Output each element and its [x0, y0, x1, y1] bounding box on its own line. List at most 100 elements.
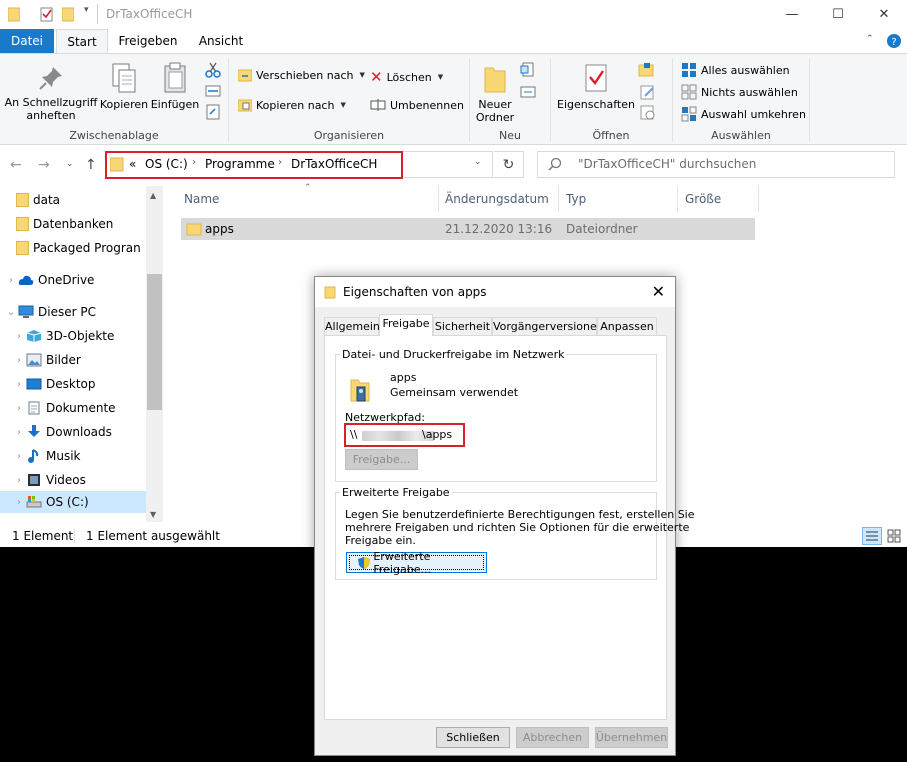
column-header-name[interactable]: Name [184, 192, 219, 206]
copy-button[interactable]: Kopieren [98, 62, 150, 111]
nav-item-3d-objekte[interactable]: › 3D-Objekte [12, 325, 114, 347]
back-arrow-icon[interactable]: ← [10, 157, 22, 173]
column-header-type[interactable]: Typ [566, 192, 586, 206]
chevron-down-icon[interactable]: ⌄ [4, 307, 18, 318]
nav-item-desktop[interactable]: › Desktop [12, 373, 96, 395]
delete-button[interactable]: ✕ Löschen ▼ [370, 68, 443, 86]
paste-shortcut-icon[interactable] [205, 104, 221, 120]
rename-button[interactable]: Umbenennen [370, 98, 464, 112]
folder-icon [16, 241, 29, 255]
close-button[interactable]: Schließen [436, 727, 510, 748]
tab-start[interactable]: Start [56, 29, 108, 54]
address-dropdown-icon[interactable]: ⌄ [474, 157, 482, 167]
copy-path-icon[interactable] [205, 84, 221, 98]
forward-arrow-icon[interactable]: → [38, 157, 50, 173]
nav-item-downloads[interactable]: › Downloads [12, 421, 112, 443]
pin-label: An Schnellzugriff anheften [4, 96, 98, 122]
documents-icon [28, 401, 40, 415]
nav-item-dokumente[interactable]: › Dokumente [12, 397, 116, 419]
chevron-right-icon[interactable]: › [12, 427, 26, 438]
properties-button[interactable]: Eigenschaften [556, 62, 636, 111]
advanced-share-button-label: Erweiterte Freigabe... [373, 549, 431, 576]
tab-sicherheit[interactable]: Sicherheit [433, 317, 492, 336]
folder-icon [16, 217, 29, 231]
chevron-right-icon[interactable]: › [12, 355, 26, 366]
nav-scrollbar-thumb[interactable] [147, 274, 162, 410]
new-item-icon[interactable] [520, 62, 536, 78]
chevron-right-icon[interactable]: › [12, 475, 26, 486]
history-icon[interactable] [640, 104, 656, 120]
share-group-title: Datei- und Druckerfreigabe im Netzwerk [340, 348, 567, 361]
move-to-button[interactable]: Verschieben nach ▼ [238, 68, 365, 82]
chevron-right-icon[interactable]: › [12, 497, 26, 508]
tab-vorgaengerversionen[interactable]: Vorgängerversionen [492, 317, 604, 336]
nav-item-videos[interactable]: › Videos [12, 469, 86, 491]
chevron-right-icon[interactable]: › [12, 403, 26, 414]
tab-datei[interactable]: Datei [0, 29, 54, 53]
nav-item-datenbanken[interactable]: Datenbanken [16, 213, 113, 235]
nav-item-os-c[interactable]: › OS (C:) [0, 491, 146, 513]
column-header-date[interactable]: Änderungsdatum [445, 192, 549, 206]
address-highlight-box [105, 151, 403, 179]
advanced-share-button[interactable]: Erweiterte Freigabe... [346, 549, 487, 576]
tab-allgemein[interactable]: Allgemein [324, 317, 380, 336]
help-icon[interactable]: ? [886, 33, 902, 49]
scroll-up-icon[interactable]: ▲ [150, 191, 156, 200]
open-icon[interactable] [638, 62, 656, 78]
ribbon-collapse-icon[interactable]: ⌃ [866, 34, 874, 44]
nav-item-label: 3D-Objekte [46, 329, 115, 343]
cut-icon[interactable] [205, 62, 221, 78]
chevron-right-icon[interactable]: › [12, 331, 26, 342]
up-arrow-icon[interactable]: ↑ [85, 157, 97, 173]
recent-locations-icon[interactable]: ⌄ [66, 159, 74, 169]
file-name[interactable]: apps [205, 222, 234, 236]
cancel-button[interactable]: Abbrechen [516, 727, 589, 748]
copy-to-label: Kopieren nach [256, 98, 335, 112]
new-folder-icon[interactable] [62, 6, 74, 22]
paste-button[interactable]: Einfügen [150, 62, 200, 111]
chevron-right-icon[interactable]: › [12, 379, 26, 390]
apply-button[interactable]: Übernehmen [595, 727, 668, 748]
title-bar: ▾ DrTaxOfficeCH — ☐ ✕ [0, 0, 907, 29]
group-label-organize: Organisieren [313, 129, 385, 142]
dialog-title-bar: Eigenschaften von apps ✕ [315, 277, 675, 307]
minimize-icon[interactable]: — [769, 0, 815, 29]
scroll-down-icon[interactable]: ▼ [150, 510, 156, 519]
tab-panel-freigabe: Datei- und Druckerfreigabe im Netzwerk a… [324, 335, 695, 720]
copy-to-button[interactable]: Kopieren nach ▼ [238, 98, 346, 112]
chevron-right-icon[interactable]: › [12, 451, 26, 462]
easy-access-icon[interactable] [520, 84, 536, 100]
close-icon[interactable]: ✕ [652, 282, 665, 301]
tab-freigeben[interactable]: Freigeben [110, 29, 186, 53]
tab-freigabe[interactable]: Freigabe [379, 314, 433, 336]
tab-ansicht[interactable]: Ansicht [188, 29, 254, 53]
chevron-right-icon[interactable]: › [4, 275, 18, 286]
edit-icon[interactable] [640, 84, 656, 100]
advanced-share-description-1: Legen Sie benutzerdefinierte Berechtigun… [345, 508, 695, 521]
new-folder-button[interactable]: Neuer Ordner [474, 62, 516, 124]
file-date: 21.12.2020 13:16 [445, 222, 553, 236]
qat-dropdown-icon[interactable]: ▾ [84, 5, 89, 21]
nav-item-onedrive[interactable]: › OneDrive [4, 269, 94, 291]
nav-item-data[interactable]: data [16, 189, 60, 211]
nav-item-dieser-pc[interactable]: ⌄ Dieser PC [4, 301, 96, 323]
nav-item-musik[interactable]: › Musik [12, 445, 81, 467]
select-all-button[interactable]: Alles auswählen [681, 62, 790, 78]
close-icon[interactable]: ✕ [861, 0, 907, 29]
select-none-button[interactable]: Nichts auswählen [681, 84, 798, 100]
refresh-button[interactable]: ↻ [494, 151, 524, 178]
nav-item-packaged-programs[interactable]: Packaged Progran [16, 237, 141, 259]
desktop-icon [26, 378, 42, 390]
large-icons-view-icon[interactable] [884, 527, 904, 545]
column-header-size[interactable]: Größe [685, 192, 721, 206]
nav-item-bilder[interactable]: › Bilder [12, 349, 81, 371]
pin-quick-access-button[interactable]: An Schnellzugriff anheften [4, 64, 98, 122]
tab-anpassen[interactable]: Anpassen [597, 317, 657, 336]
details-view-icon[interactable] [862, 527, 882, 545]
nav-item-label: Downloads [46, 425, 112, 439]
invert-selection-button[interactable]: Auswahl umkehren [681, 106, 806, 122]
maximize-icon[interactable]: ☐ [815, 0, 861, 29]
share-button[interactable]: Freigabe... [345, 449, 418, 470]
properties-icon[interactable] [40, 6, 54, 22]
copy-folder-icon [238, 99, 252, 112]
